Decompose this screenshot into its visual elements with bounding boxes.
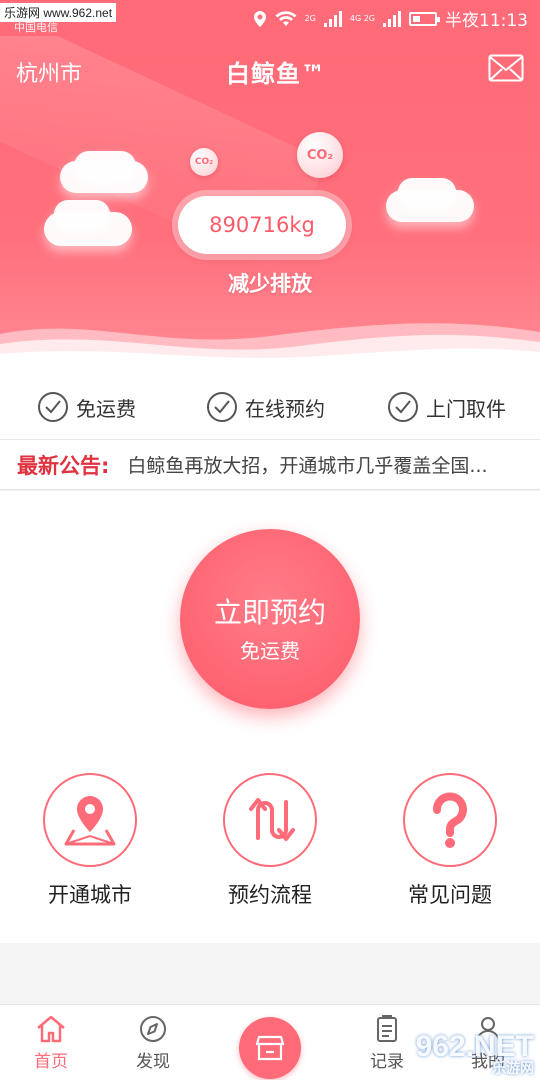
co2-bubble-large: CO₂: [297, 132, 343, 178]
announcement-bar[interactable]: 最新公告: 白鲸鱼再放大招，开通城市几乎覆盖全国...: [0, 440, 540, 490]
cloud-decoration: [54, 200, 110, 228]
network-type-1: 2G: [304, 13, 316, 23]
feature-online-booking: 在线预约: [207, 392, 325, 422]
mail-icon[interactable]: [488, 54, 524, 82]
signal-icon: [383, 10, 401, 27]
clipboard-icon: [377, 1015, 397, 1042]
flow-arrows-icon: [249, 798, 295, 841]
tab-label: 记录: [370, 1052, 404, 1072]
co2-bubble-small: CO₂: [190, 148, 218, 176]
watermark-bottom: 962.NET 乐游网: [416, 1030, 534, 1078]
tab-label: 首页: [34, 1052, 68, 1072]
feature-strip: 免运费 在线预约 上门取件: [0, 366, 540, 440]
book-now-button[interactable]: 立即预约 免运费: [180, 529, 360, 709]
app-logo: 白鲸鱼™: [226, 60, 326, 88]
feature-pickup: 上门取件: [388, 392, 506, 422]
center-action-button[interactable]: [239, 1017, 301, 1079]
feature-label: 在线预约: [245, 396, 325, 421]
battery-icon: [409, 11, 440, 26]
tab-label: 发现: [136, 1052, 170, 1072]
announcement-label: 最新公告:: [17, 453, 110, 478]
service-label: 常见问题: [408, 883, 492, 907]
emission-counter: 890716kg: [178, 196, 346, 254]
cloud-decoration: [398, 178, 456, 206]
service-faq[interactable]: 常见问题: [375, 773, 525, 909]
main-content: 立即预约 免运费 开通城市 预约流程 常见问题: [0, 491, 540, 943]
service-booking-process[interactable]: 预约流程: [195, 773, 345, 909]
map-pin-icon: [64, 796, 116, 846]
feature-label: 上门取件: [426, 396, 506, 421]
wifi-icon: [275, 10, 297, 26]
clock: 半夜11:13: [445, 11, 528, 31]
emission-caption: 减少排放: [228, 272, 312, 296]
hero-banner: 杭州市 白鲸鱼™ CO₂ CO₂ 890716kg 减少排放: [0, 36, 540, 366]
book-now-subtitle: 免运费: [240, 639, 300, 663]
service-label: 开通城市: [48, 883, 132, 907]
check-circle-icon: [207, 392, 237, 422]
announcement-text[interactable]: 白鲸鱼再放大招，开通城市几乎覆盖全国...: [127, 451, 487, 478]
tab-home[interactable]: 首页: [11, 1015, 91, 1072]
feature-free-shipping: 免运费: [38, 392, 136, 422]
wave-decoration: [0, 323, 540, 366]
check-circle-icon: [38, 392, 68, 422]
carrier-label: 中国电信: [14, 21, 58, 34]
service-open-cities[interactable]: 开通城市: [15, 773, 165, 909]
location-icon: [253, 10, 266, 27]
check-circle-icon: [388, 392, 418, 422]
book-now-title: 立即预约: [213, 596, 326, 629]
question-icon: [433, 792, 467, 848]
status-bar: 乐游网 www.962.net 中国电信 2G 4G 2G 半夜11:13: [0, 0, 540, 36]
network-type-2: 4G 2G: [349, 13, 375, 23]
service-label: 预约流程: [228, 883, 312, 907]
home-icon: [37, 1015, 65, 1043]
feature-label: 免运费: [76, 396, 136, 421]
compass-icon: [140, 1016, 166, 1042]
tab-discover[interactable]: 发现: [113, 1015, 193, 1072]
city-selector[interactable]: 杭州市: [16, 56, 82, 88]
signal-icon: [323, 10, 342, 27]
cloud-decoration: [74, 151, 136, 181]
shop-box-icon: [255, 1035, 285, 1061]
